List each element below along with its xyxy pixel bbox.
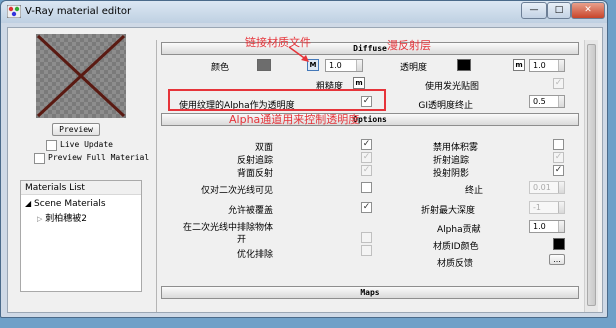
option-label-trace-reflections: 反射追踪 [236, 156, 273, 166]
annotation-diffuse-layer: 漫反射层 [387, 39, 431, 52]
option-label-on: 开 [237, 235, 247, 245]
material-feedback-button[interactable]: ... [549, 254, 565, 265]
close-button[interactable]: ✕ [571, 2, 605, 19]
option-label-allow-override: 允许被覆盖 [227, 206, 273, 216]
alpha-contribution-spinner[interactable]: 1.0 [529, 220, 565, 233]
option-trace-refractions-checkbox[interactable]: ✓ [553, 152, 564, 163]
option-label-alpha-contribution: Alpha贡献 [437, 225, 481, 235]
preview-button[interactable]: Preview [52, 123, 100, 136]
roughness-map-button[interactable]: m [353, 77, 365, 89]
material-node[interactable]: ▷ 刺柏穗被2 [37, 211, 87, 224]
annotation-highlight-box [168, 89, 386, 111]
scrollbar-thumb[interactable] [587, 44, 596, 306]
option-trace-reflections-checkbox[interactable]: ✓ [361, 152, 372, 163]
option-optimize-exclusion-checkbox[interactable] [361, 245, 372, 256]
materials-list-header: Materials List [21, 181, 141, 195]
option-label-optimize-exclusion: 优化排除 [236, 250, 273, 260]
color-label: 颜色 [210, 63, 229, 73]
option-two-sided-checkbox[interactable]: ✓ [361, 139, 372, 150]
use-emissive-label: 使用发光贴图 [425, 82, 480, 92]
transparency-color-swatch[interactable] [457, 59, 471, 71]
annotation-arrow-icon [288, 46, 309, 62]
options-rollout-header[interactable]: Options [161, 113, 579, 126]
option-label-back-reflections: 背面反射 [236, 169, 273, 179]
option-label-max-refraction-depth: 折射最大深度 [421, 206, 476, 216]
option-exclude-on-checkbox[interactable] [361, 232, 372, 243]
diffuse-rollout-header[interactable]: Diffuse [161, 42, 579, 55]
option-secondary-only-checkbox[interactable] [361, 182, 372, 193]
annotation-alpha-note: Alpha通道用来控制透明度 [229, 113, 360, 126]
transparency-label: 透明度 [399, 63, 427, 73]
option-label-cast-shadows: 投射阴影 [433, 169, 470, 179]
maximize-button[interactable]: □ [547, 2, 571, 19]
preview-full-checkbox[interactable] [34, 153, 45, 164]
option-label-exclude-secondary: 在二次光线中排除物体 [183, 223, 274, 233]
live-update-label: Live Update [60, 140, 113, 149]
preview-cross-icon [36, 34, 126, 118]
option-label-two-sided: 双面 [254, 143, 273, 153]
preview-full-label: Preview Full Material [48, 153, 150, 162]
diffuse-color-swatch[interactable] [257, 59, 271, 71]
gi-cutoff-spinner[interactable]: 0.5 [529, 95, 565, 108]
option-label-trace-refractions: 折射追踪 [433, 156, 470, 166]
option-label-material-id-color: 材质ID颜色 [433, 242, 479, 252]
expand-icon[interactable]: ▷ [37, 215, 42, 223]
option-cast-shadows-checkbox[interactable]: ✓ [553, 165, 564, 176]
option-label-secondary-only: 仅对二次光线可见 [200, 186, 273, 196]
option-back-reflections-checkbox[interactable]: ✓ [361, 165, 372, 176]
maps-rollout-header[interactable]: Maps [161, 286, 579, 299]
option-label-cutoff: 终止 [464, 186, 483, 196]
titlebar: V-Ray material editor — □ ✕ [1, 1, 607, 23]
option-label-disable-fog: 禁用体积雾 [433, 143, 479, 153]
window-title: V-Ray material editor [25, 6, 132, 17]
material-preview-thumbnail[interactable] [36, 34, 126, 118]
materials-tree: Materials List ◢ Scene Materials ▷ 刺柏穗被2 [20, 180, 142, 292]
diffuse-amount-spinner[interactable]: 1.0 [325, 59, 363, 72]
collapse-icon[interactable]: ◢ [25, 199, 31, 208]
material-id-color-swatch[interactable] [553, 238, 565, 250]
minimize-button[interactable]: — [521, 2, 547, 19]
panel-scrollbar[interactable] [584, 40, 598, 312]
option-disable-fog-checkbox[interactable] [553, 139, 564, 150]
cutoff-spinner[interactable]: 0.01 [529, 181, 565, 194]
scene-materials-node[interactable]: ◢ Scene Materials [25, 199, 106, 209]
vray-app-icon [7, 5, 21, 18]
gi-cutoff-label: GI透明度终止 [418, 101, 473, 111]
option-label-material-feedback: 材质反馈 [437, 259, 474, 269]
option-allow-override-checkbox[interactable]: ✓ [361, 202, 372, 213]
max-depth-spinner[interactable]: -1 [529, 201, 565, 214]
transparency-amount-spinner[interactable]: 1.0 [529, 59, 565, 72]
live-update-checkbox[interactable] [46, 140, 57, 151]
transparency-map-button[interactable]: m [513, 59, 525, 71]
material-editor-window: V-Ray material editor — □ ✕ Preview Live… [0, 0, 608, 318]
client-area: Preview Live Update Preview Full Materia… [7, 27, 603, 313]
material-params-panel: Diffuse 颜色 M 1.0 透明度 m 1.0 粗糙度 m 使用发光贴图 … [156, 40, 582, 312]
use-emissive-checkbox[interactable]: ✓ [553, 78, 564, 89]
